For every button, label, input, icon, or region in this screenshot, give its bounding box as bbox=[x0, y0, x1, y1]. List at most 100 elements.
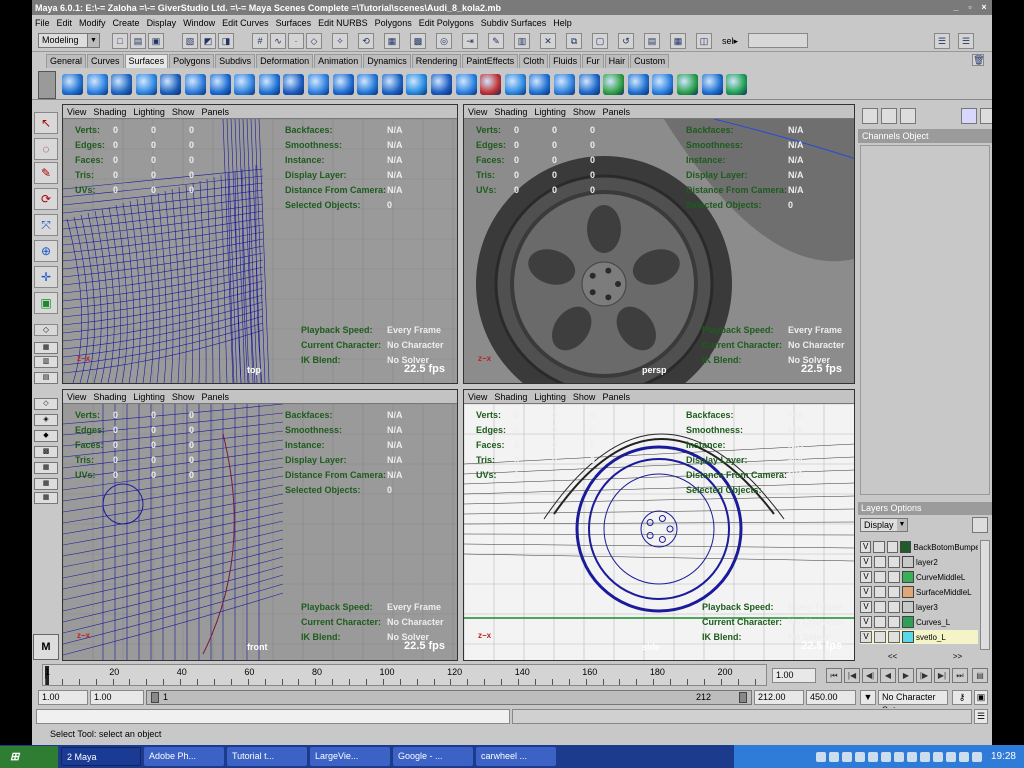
quick-select-input[interactable] bbox=[748, 33, 808, 48]
layer-color-swatch[interactable] bbox=[902, 571, 914, 583]
birail-icon[interactable] bbox=[406, 74, 428, 95]
layer-reference-toggle[interactable] bbox=[888, 601, 900, 613]
taskbar-item-largeview[interactable]: LargeVie... bbox=[310, 747, 390, 766]
menu-modify[interactable]: Modify bbox=[79, 18, 106, 28]
script-editor-icon[interactable]: ☰ bbox=[974, 709, 988, 724]
taskbar-item-google[interactable]: Google - ... bbox=[393, 747, 473, 766]
viewport-side[interactable]: View Shading Lighting Show Panels Verts: 0 0 0 Ed… bbox=[463, 389, 855, 661]
cv-curve-icon[interactable] bbox=[283, 74, 305, 95]
ep-curve-icon[interactable] bbox=[258, 74, 280, 95]
layer-reference-toggle[interactable] bbox=[888, 631, 900, 643]
rebuild-icon[interactable] bbox=[701, 74, 723, 95]
project-icon[interactable] bbox=[504, 74, 526, 95]
layer-row[interactable]: Vlayer2 bbox=[860, 555, 978, 569]
plane-icon[interactable] bbox=[160, 74, 182, 95]
sphere-icon[interactable] bbox=[62, 74, 83, 95]
tray-icon[interactable] bbox=[971, 751, 982, 762]
step-forward-key-icon[interactable]: ▶| bbox=[934, 668, 950, 683]
scale-tool-icon[interactable]: ⊕ bbox=[34, 240, 58, 262]
viewport-top[interactable]: View Shading Lighting Show Panels Verts: 0 0 0 Ed… bbox=[62, 104, 458, 384]
menu-subdiv-surfaces[interactable]: Subdiv Surfaces bbox=[481, 18, 547, 28]
layer-template-toggle[interactable] bbox=[874, 616, 886, 628]
taskbar-item-photoshop[interactable]: Adobe Ph... bbox=[144, 747, 224, 766]
tray-icon[interactable] bbox=[958, 751, 969, 762]
layout-tri-icon[interactable]: ▩ bbox=[34, 446, 58, 458]
menu-edit-nurbs[interactable]: Edit NURBS bbox=[318, 18, 368, 28]
menu-set-select[interactable]: Modeling ▼ bbox=[38, 33, 100, 48]
viewport-menu-show[interactable]: Show bbox=[573, 392, 596, 402]
layer-visibility-toggle[interactable]: V bbox=[860, 631, 872, 643]
attribute-icon[interactable] bbox=[900, 108, 916, 124]
layout-grid-icon[interactable]: ▦ bbox=[34, 492, 58, 504]
start-button[interactable]: ⊞ bbox=[0, 745, 58, 768]
viewport-front[interactable]: View Shading Lighting Show Panels Verts: 0 0 0 Ed… bbox=[62, 389, 458, 661]
command-line-input[interactable] bbox=[36, 709, 510, 724]
layout-quad-icon[interactable]: ▦ bbox=[34, 478, 58, 490]
new-scene-icon[interactable]: □ bbox=[112, 33, 128, 49]
shelf-tab-surfaces[interactable]: Surfaces bbox=[124, 54, 169, 68]
snap-curve-icon[interactable]: ∿ bbox=[270, 33, 286, 49]
last-tool-icon[interactable]: ▣ bbox=[34, 292, 58, 314]
layer-color-swatch[interactable] bbox=[902, 601, 914, 613]
viewport-menu-shading[interactable]: Shading bbox=[494, 392, 527, 402]
save-scene-icon[interactable]: ▣ bbox=[148, 33, 164, 49]
layer-visibility-toggle[interactable]: V bbox=[860, 571, 872, 583]
shelf-tab-rendering[interactable]: Rendering bbox=[411, 54, 462, 68]
layer-reference-toggle[interactable] bbox=[888, 571, 900, 583]
layer-template-toggle[interactable] bbox=[874, 631, 886, 643]
play-backward-icon[interactable]: ◀ bbox=[880, 668, 896, 683]
layer-editor-icon[interactable] bbox=[881, 108, 897, 124]
color-icon[interactable] bbox=[961, 108, 977, 124]
ipr-render-icon[interactable]: ▩ bbox=[410, 33, 426, 49]
viewport-menu-shading[interactable]: Shading bbox=[93, 392, 126, 402]
snap-view-plane-icon[interactable]: ◇ bbox=[306, 33, 322, 49]
cylinder-icon[interactable] bbox=[111, 74, 133, 95]
layer-reference-toggle[interactable] bbox=[888, 616, 900, 628]
channel-box-toggle-icon[interactable]: ⧉ bbox=[566, 33, 582, 49]
tray-icon[interactable] bbox=[893, 751, 904, 762]
render-globals-icon[interactable]: ◎ bbox=[436, 33, 452, 49]
range-handle-left[interactable] bbox=[151, 692, 159, 703]
tray-icon[interactable] bbox=[815, 751, 826, 762]
tray-icon[interactable] bbox=[932, 751, 943, 762]
shelf-tab-polygons[interactable]: Polygons bbox=[169, 54, 215, 68]
untrim-icon[interactable] bbox=[578, 74, 600, 95]
viewport-persp[interactable]: View Shading Lighting Show Panels Verts: 0 0 0 Ed… bbox=[463, 104, 855, 384]
shelf-menu-icon[interactable] bbox=[38, 71, 56, 99]
layer-reference-toggle[interactable] bbox=[888, 586, 900, 598]
viewport-menu-panels[interactable]: Panels bbox=[602, 392, 630, 402]
menu-window[interactable]: Window bbox=[183, 18, 215, 28]
paint-select-tool-icon[interactable]: ✎ bbox=[34, 162, 58, 184]
playback-end-field[interactable]: 212.00 bbox=[754, 690, 804, 705]
select-by-hierarchy-icon[interactable]: ▧ bbox=[182, 33, 198, 49]
layer-row[interactable]: V BackBotomBumper bbox=[860, 540, 978, 554]
layout-persp-outliner-icon[interactable]: ▤ bbox=[34, 372, 58, 384]
layer-scrollbar[interactable] bbox=[980, 540, 990, 650]
menu-edit[interactable]: Edit bbox=[57, 18, 73, 28]
viewport-menu-view[interactable]: View bbox=[67, 107, 86, 117]
layer-display-select[interactable]: Display ▼ bbox=[860, 518, 908, 532]
tray-icon[interactable] bbox=[867, 751, 878, 762]
taskbar-item-maya[interactable]: 2 Maya bbox=[61, 747, 141, 766]
play-forward-icon[interactable]: ▶ bbox=[898, 668, 914, 683]
menu-edit-curves[interactable]: Edit Curves bbox=[222, 18, 269, 28]
viewport-menu-shading[interactable]: Shading bbox=[494, 107, 527, 117]
key-icon[interactable]: ⚷ bbox=[952, 690, 972, 705]
layout-side-icon[interactable]: ▥ bbox=[34, 356, 58, 368]
viewport-menu-panels[interactable]: Panels bbox=[201, 392, 229, 402]
animation-prefs-icon[interactable]: ▣ bbox=[974, 690, 988, 705]
planar-icon[interactable] bbox=[357, 74, 379, 95]
shelf-tab-fluids[interactable]: Fluids bbox=[549, 54, 582, 68]
layer-visibility-toggle[interactable]: V bbox=[860, 586, 872, 598]
viewport-menu-view[interactable]: View bbox=[468, 392, 487, 402]
tray-icon[interactable] bbox=[828, 751, 839, 762]
trim-icon[interactable] bbox=[554, 74, 575, 95]
layer-row[interactable]: V SurfaceMiddleL bbox=[860, 585, 978, 599]
layer-row[interactable]: V Curves_L bbox=[860, 615, 978, 629]
tray-icon[interactable] bbox=[906, 751, 917, 762]
layer-visibility-toggle[interactable]: V bbox=[860, 541, 872, 553]
input-line-icon[interactable]: ⇥ bbox=[462, 33, 478, 49]
make-live-icon[interactable]: ✧ bbox=[332, 33, 348, 49]
layer-visibility-toggle[interactable]: V bbox=[860, 556, 872, 568]
playback-options-icon[interactable]: ▤ bbox=[972, 668, 988, 683]
